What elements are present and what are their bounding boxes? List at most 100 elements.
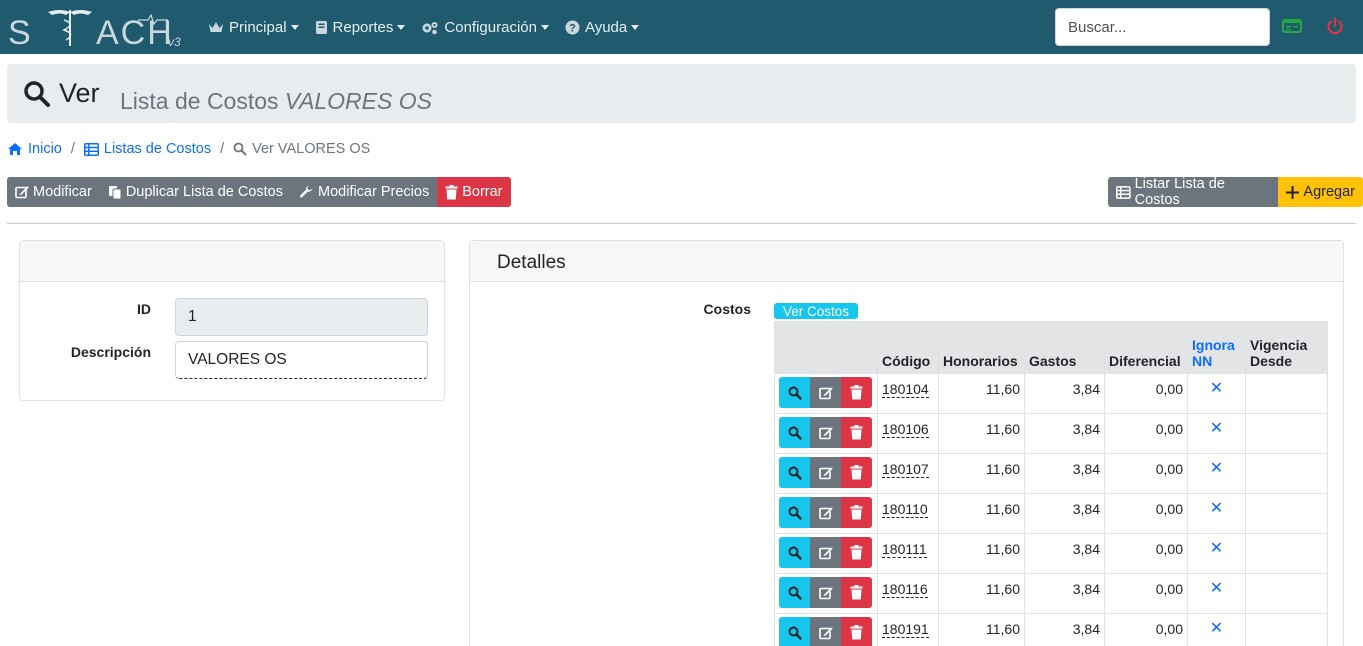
delete-row-button[interactable]: [841, 377, 872, 408]
brand-logo[interactable]: S ACH v3: [8, 6, 184, 48]
codigo-link[interactable]: 180107: [882, 461, 929, 478]
diferencial-cell: 0,00: [1104, 413, 1188, 454]
gastos-cell: 3,84: [1024, 413, 1105, 454]
gears-icon: [422, 21, 438, 34]
listar-label: Listar Lista de Costos: [1134, 176, 1225, 208]
search-input[interactable]: [1055, 8, 1270, 46]
codigo-link[interactable]: 180116: [882, 581, 928, 598]
id-field: 1: [175, 298, 428, 336]
ignora-nn-cell: ✕: [1187, 453, 1246, 494]
breadcrumb-home[interactable]: Inicio: [7, 141, 62, 157]
vigencia-cell: [1245, 573, 1328, 614]
detalles-title: Detalles: [497, 252, 566, 273]
vigencia-cell: [1245, 613, 1328, 646]
edit-row-button[interactable]: [810, 417, 841, 448]
vigencia-column-header[interactable]: Vigencia Desde: [1245, 321, 1328, 374]
modificar-precios-button[interactable]: Modificar Precios: [291, 177, 438, 207]
view-row-button[interactable]: [779, 617, 810, 646]
row-actions: [774, 453, 878, 494]
view-row-button[interactable]: [779, 457, 810, 488]
codigo-link[interactable]: 180110: [882, 501, 928, 518]
diferencial-cell: 0,00: [1104, 493, 1188, 534]
nav-configuracion[interactable]: Configuración: [421, 19, 549, 36]
crown-icon: [209, 22, 223, 32]
edit-row-button[interactable]: [810, 457, 841, 488]
view-row-button[interactable]: [779, 497, 810, 528]
ver-costos-button[interactable]: Ver Costos: [774, 303, 858, 319]
codigo-link[interactable]: 180111: [882, 541, 927, 558]
x-icon: ✕: [1209, 620, 1224, 637]
delete-row-button[interactable]: [841, 417, 872, 448]
breadcrumb-current-label: Ver VALORES OS: [252, 141, 371, 157]
page-title: Ver: [59, 78, 100, 108]
id-card-icon: [1282, 19, 1302, 33]
ignora-nn-cell: ✕: [1187, 573, 1246, 614]
view-row-button[interactable]: [779, 537, 810, 568]
actions-column-header: [774, 321, 878, 374]
borrar-button[interactable]: Borrar: [437, 177, 511, 207]
row-actions: [774, 413, 878, 454]
svg-text:?: ?: [569, 22, 576, 34]
table-row: 180111 11,60 3,84 0,00 ✕: [774, 533, 1328, 574]
gastos-column-header[interactable]: Gastos: [1024, 321, 1105, 374]
table-row: 180106 11,60 3,84 0,00 ✕: [774, 413, 1328, 454]
x-icon: ✕: [1209, 420, 1224, 437]
table-row: 180107 11,60 3,84 0,00 ✕: [774, 453, 1328, 494]
vigencia-cell: [1245, 533, 1328, 574]
agregar-button[interactable]: Agregar: [1278, 177, 1363, 207]
modificar-button[interactable]: Modificar: [7, 177, 100, 207]
codigo-cell: 180104: [877, 373, 939, 414]
edit-icon: [818, 586, 833, 599]
edit-icon: [818, 506, 833, 519]
vigencia-cell: [1245, 453, 1328, 494]
codigo-column-header[interactable]: Código: [877, 321, 939, 374]
diferencial-column-header[interactable]: Diferencial: [1104, 321, 1188, 374]
descripcion-field[interactable]: VALORES OS: [175, 341, 428, 379]
edit-row-button[interactable]: [810, 497, 841, 528]
delete-row-button[interactable]: [841, 617, 872, 646]
logout-button[interactable]: [1323, 14, 1347, 38]
x-icon: ✕: [1209, 500, 1224, 517]
delete-row-button[interactable]: [841, 457, 872, 488]
edit-row-button[interactable]: [810, 537, 841, 568]
agregar-label: Agregar: [1303, 184, 1355, 200]
ignora-nn-cell: ✕: [1187, 613, 1246, 646]
nav-reportes[interactable]: Reportes: [315, 19, 406, 36]
table-row: 180116 11,60 3,84 0,00 ✕: [774, 573, 1328, 614]
codigo-link[interactable]: 180106: [882, 421, 929, 438]
svg-text:ACH: ACH: [96, 14, 174, 48]
nav-principal[interactable]: Principal: [208, 19, 299, 36]
gastos-cell: 3,84: [1024, 573, 1105, 614]
trash-icon: [850, 425, 863, 440]
id-card-button[interactable]: [1280, 14, 1304, 38]
delete-row-button[interactable]: [841, 537, 872, 568]
search-icon: [233, 142, 247, 156]
nav-ayuda[interactable]: ? Ayuda: [565, 19, 640, 36]
edit-icon: [818, 546, 833, 559]
diferencial-cell: 0,00: [1104, 373, 1188, 414]
home-icon: [8, 143, 22, 155]
delete-row-button[interactable]: [841, 497, 872, 528]
edit-icon: [15, 186, 29, 199]
codigo-link[interactable]: 180191: [882, 621, 929, 638]
ignora-nn-column-header[interactable]: Ignora NN: [1187, 321, 1246, 374]
view-row-button[interactable]: [779, 577, 810, 608]
trash-icon: [850, 465, 863, 480]
edit-row-button[interactable]: [810, 617, 841, 646]
listar-button[interactable]: Listar Lista de Costos: [1108, 176, 1279, 208]
edit-row-button[interactable]: [810, 377, 841, 408]
view-row-button[interactable]: [779, 377, 810, 408]
view-row-button[interactable]: [779, 417, 810, 448]
honorarios-column-header[interactable]: Honorarios: [938, 321, 1025, 374]
delete-row-button[interactable]: [841, 577, 872, 608]
wrench-icon: [299, 185, 313, 198]
table-row: 180110 11,60 3,84 0,00 ✕: [774, 493, 1328, 534]
codigo-link[interactable]: 180104: [882, 381, 929, 398]
breadcrumb-listas[interactable]: Listas de Costos: [83, 141, 211, 157]
duplicar-button[interactable]: Duplicar Lista de Costos: [99, 177, 291, 207]
diferencial-cell: 0,00: [1104, 613, 1188, 646]
edit-row-button[interactable]: [810, 577, 841, 608]
gastos-cell: 3,84: [1024, 533, 1105, 574]
honorarios-cell: 11,60: [938, 573, 1025, 614]
costos-table: Código Honorarios Gastos Diferencial Ign…: [774, 321, 1328, 646]
